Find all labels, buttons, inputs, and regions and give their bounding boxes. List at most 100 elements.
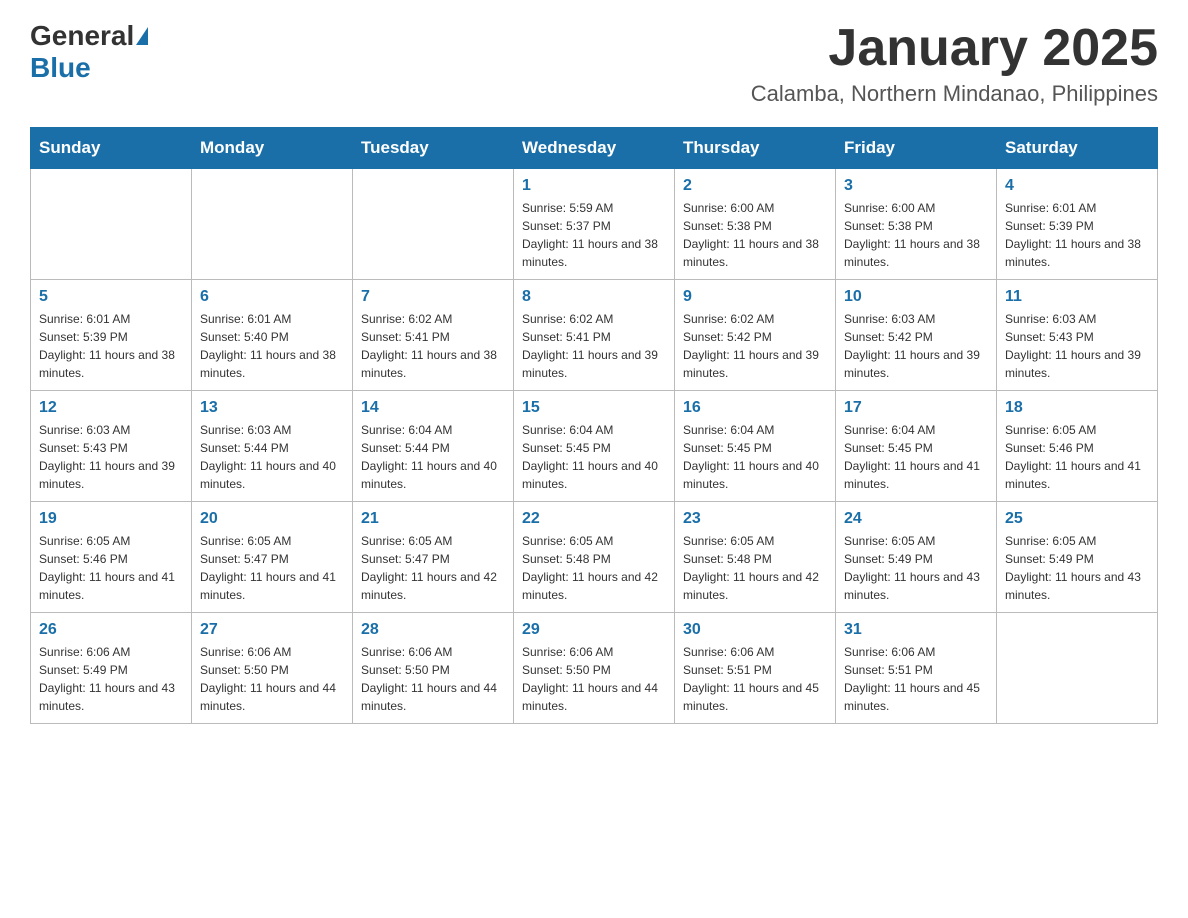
calendar-cell: 2 Sunrise: 6:00 AMSunset: 5:38 PMDaylight… (675, 169, 836, 280)
day-number: 26 (39, 621, 183, 639)
month-title: January 2025 (751, 20, 1158, 77)
day-number: 12 (39, 399, 183, 417)
day-info: Sunrise: 6:06 AMSunset: 5:49 PMDaylight:… (39, 643, 183, 715)
calendar-cell: 6 Sunrise: 6:01 AMSunset: 5:40 PMDaylight… (192, 280, 353, 391)
title-area: January 2025 Calamba, Northern Mindanao,… (751, 20, 1158, 107)
day-number: 9 (683, 288, 827, 306)
calendar-cell: 21 Sunrise: 6:05 AMSunset: 5:47 PMDayligh… (353, 502, 514, 613)
calendar-cell: 29 Sunrise: 6:06 AMSunset: 5:50 PMDayligh… (514, 613, 675, 724)
day-number: 20 (200, 510, 344, 528)
calendar-week-row: 5 Sunrise: 6:01 AMSunset: 5:39 PMDaylight… (31, 280, 1158, 391)
day-number: 24 (844, 510, 988, 528)
calendar-cell: 20 Sunrise: 6:05 AMSunset: 5:47 PMDayligh… (192, 502, 353, 613)
day-info: Sunrise: 6:03 AMSunset: 5:43 PMDaylight:… (39, 421, 183, 493)
calendar-cell (997, 613, 1158, 724)
calendar-cell: 3 Sunrise: 6:00 AMSunset: 5:38 PMDaylight… (836, 169, 997, 280)
calendar-week-row: 12 Sunrise: 6:03 AMSunset: 5:43 PMDayligh… (31, 391, 1158, 502)
calendar-cell: 13 Sunrise: 6:03 AMSunset: 5:44 PMDayligh… (192, 391, 353, 502)
day-info: Sunrise: 6:05 AMSunset: 5:46 PMDaylight:… (39, 532, 183, 604)
day-number: 23 (683, 510, 827, 528)
day-number: 25 (1005, 510, 1149, 528)
day-info: Sunrise: 6:05 AMSunset: 5:47 PMDaylight:… (361, 532, 505, 604)
day-number: 5 (39, 288, 183, 306)
day-info: Sunrise: 6:06 AMSunset: 5:50 PMDaylight:… (522, 643, 666, 715)
calendar-cell (192, 169, 353, 280)
calendar-week-row: 19 Sunrise: 6:05 AMSunset: 5:46 PMDayligh… (31, 502, 1158, 613)
day-info: Sunrise: 6:05 AMSunset: 5:49 PMDaylight:… (844, 532, 988, 604)
calendar-cell: 15 Sunrise: 6:04 AMSunset: 5:45 PMDayligh… (514, 391, 675, 502)
day-number: 31 (844, 621, 988, 639)
calendar-cell: 27Sunrise: 6:06 AMSunset: 5:50 PMDayligh… (192, 613, 353, 724)
calendar-cell: 11Sunrise: 6:03 AMSunset: 5:43 PMDayligh… (997, 280, 1158, 391)
day-info: Sunrise: 6:02 AMSunset: 5:41 PMDaylight:… (361, 310, 505, 382)
calendar-cell: 9 Sunrise: 6:02 AMSunset: 5:42 PMDaylight… (675, 280, 836, 391)
day-info: Sunrise: 6:01 AMSunset: 5:40 PMDaylight:… (200, 310, 344, 382)
day-number: 22 (522, 510, 666, 528)
calendar-cell: 4 Sunrise: 6:01 AMSunset: 5:39 PMDaylight… (997, 169, 1158, 280)
day-number: 21 (361, 510, 505, 528)
day-info: Sunrise: 6:02 AMSunset: 5:42 PMDaylight:… (683, 310, 827, 382)
calendar-cell: 18Sunrise: 6:05 AMSunset: 5:46 PMDayligh… (997, 391, 1158, 502)
calendar-week-row: 26 Sunrise: 6:06 AMSunset: 5:49 PMDayligh… (31, 613, 1158, 724)
logo-general-text: General (30, 20, 134, 52)
day-number: 13 (200, 399, 344, 417)
day-info: Sunrise: 6:01 AMSunset: 5:39 PMDaylight:… (1005, 199, 1149, 271)
calendar-week-row: 1 Sunrise: 5:59 AMSunset: 5:37 PMDaylight… (31, 169, 1158, 280)
day-info: Sunrise: 6:00 AMSunset: 5:38 PMDaylight:… (683, 199, 827, 271)
calendar-cell: 10 Sunrise: 6:03 AMSunset: 5:42 PMDayligh… (836, 280, 997, 391)
day-number: 16 (683, 399, 827, 417)
day-info: Sunrise: 6:06 AMSunset: 5:51 PMDaylight:… (844, 643, 988, 715)
calendar-cell: 17Sunrise: 6:04 AMSunset: 5:45 PMDayligh… (836, 391, 997, 502)
weekday-header-monday: Monday (192, 128, 353, 169)
logo: General Blue (30, 20, 150, 84)
day-info: Sunrise: 6:01 AMSunset: 5:39 PMDaylight:… (39, 310, 183, 382)
calendar-cell: 31 Sunrise: 6:06 AMSunset: 5:51 PMDayligh… (836, 613, 997, 724)
weekday-header-sunday: Sunday (31, 128, 192, 169)
day-number: 6 (200, 288, 344, 306)
day-info: Sunrise: 6:05 AMSunset: 5:46 PMDaylight:… (1005, 421, 1149, 493)
calendar-table: SundayMondayTuesdayWednesdayThursdayFrid… (30, 127, 1158, 724)
day-number: 19 (39, 510, 183, 528)
day-number: 10 (844, 288, 988, 306)
calendar-cell (353, 169, 514, 280)
weekday-header-tuesday: Tuesday (353, 128, 514, 169)
day-number: 17 (844, 399, 988, 417)
day-number: 28 (361, 621, 505, 639)
day-info: Sunrise: 5:59 AMSunset: 5:37 PMDaylight:… (522, 199, 666, 271)
day-number: 30 (683, 621, 827, 639)
weekday-header-row: SundayMondayTuesdayWednesdayThursdayFrid… (31, 128, 1158, 169)
day-info: Sunrise: 6:05 AMSunset: 5:49 PMDaylight:… (1005, 532, 1149, 604)
day-info: Sunrise: 6:00 AMSunset: 5:38 PMDaylight:… (844, 199, 988, 271)
day-info: Sunrise: 6:05 AMSunset: 5:48 PMDaylight:… (522, 532, 666, 604)
logo-blue-text: Blue (30, 52, 91, 83)
weekday-header-thursday: Thursday (675, 128, 836, 169)
calendar-cell: 30Sunrise: 6:06 AMSunset: 5:51 PMDayligh… (675, 613, 836, 724)
day-number: 2 (683, 177, 827, 195)
day-info: Sunrise: 6:03 AMSunset: 5:42 PMDaylight:… (844, 310, 988, 382)
day-number: 29 (522, 621, 666, 639)
day-number: 14 (361, 399, 505, 417)
weekday-header-wednesday: Wednesday (514, 128, 675, 169)
day-info: Sunrise: 6:04 AMSunset: 5:45 PMDaylight:… (522, 421, 666, 493)
day-number: 8 (522, 288, 666, 306)
calendar-cell (31, 169, 192, 280)
weekday-header-friday: Friday (836, 128, 997, 169)
calendar-cell: 24 Sunrise: 6:05 AMSunset: 5:49 PMDayligh… (836, 502, 997, 613)
day-info: Sunrise: 6:05 AMSunset: 5:47 PMDaylight:… (200, 532, 344, 604)
calendar-cell: 5 Sunrise: 6:01 AMSunset: 5:39 PMDaylight… (31, 280, 192, 391)
calendar-cell: 28 Sunrise: 6:06 AMSunset: 5:50 PMDayligh… (353, 613, 514, 724)
day-number: 15 (522, 399, 666, 417)
day-number: 3 (844, 177, 988, 195)
day-info: Sunrise: 6:03 AMSunset: 5:44 PMDaylight:… (200, 421, 344, 493)
day-number: 1 (522, 177, 666, 195)
day-info: Sunrise: 6:06 AMSunset: 5:50 PMDaylight:… (361, 643, 505, 715)
header: General Blue January 2025 Calamba, North… (30, 20, 1158, 107)
location-subtitle: Calamba, Northern Mindanao, Philippines (751, 81, 1158, 107)
calendar-cell: 12 Sunrise: 6:03 AMSunset: 5:43 PMDayligh… (31, 391, 192, 502)
day-number: 4 (1005, 177, 1149, 195)
calendar-cell: 25 Sunrise: 6:05 AMSunset: 5:49 PMDayligh… (997, 502, 1158, 613)
day-number: 7 (361, 288, 505, 306)
day-number: 11 (1005, 288, 1149, 306)
calendar-cell: 16Sunrise: 6:04 AMSunset: 5:45 PMDayligh… (675, 391, 836, 502)
calendar-cell: 26 Sunrise: 6:06 AMSunset: 5:49 PMDayligh… (31, 613, 192, 724)
